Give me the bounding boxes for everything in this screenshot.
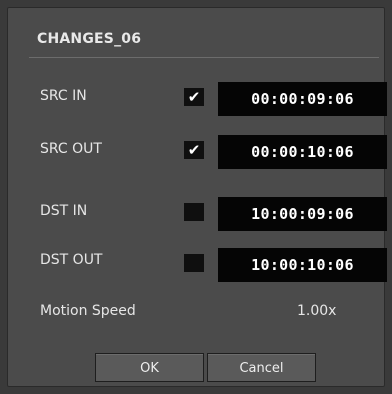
motion-speed-label: Motion Speed bbox=[40, 303, 136, 319]
title-divider bbox=[29, 57, 379, 58]
src-in-timecode[interactable]: 00:00:09:06 bbox=[218, 82, 387, 116]
src-out-label: SRC OUT bbox=[40, 141, 102, 157]
dst-in-label: DST IN bbox=[40, 203, 88, 219]
dst-out-checkbox[interactable] bbox=[184, 254, 204, 272]
dst-in-timecode[interactable]: 10:00:09:06 bbox=[218, 197, 387, 231]
dst-out-label: DST OUT bbox=[40, 252, 103, 268]
src-in-checkbox[interactable]: ✔ bbox=[184, 88, 204, 106]
src-out-timecode[interactable]: 00:00:10:06 bbox=[218, 135, 387, 169]
src-in-label: SRC IN bbox=[40, 88, 87, 104]
dst-out-timecode[interactable]: 10:00:10:06 bbox=[218, 248, 387, 282]
cancel-button[interactable]: Cancel bbox=[207, 353, 316, 382]
motion-speed-value: 1.00x bbox=[297, 303, 337, 319]
ok-button[interactable]: OK bbox=[95, 353, 204, 382]
src-out-checkbox[interactable]: ✔ bbox=[184, 141, 204, 159]
dialog-title: CHANGES_06 bbox=[37, 31, 142, 47]
dst-in-checkbox[interactable] bbox=[184, 203, 204, 221]
changes-dialog: CHANGES_06 SRC IN ✔ 00:00:09:06 SRC OUT … bbox=[7, 7, 387, 387]
